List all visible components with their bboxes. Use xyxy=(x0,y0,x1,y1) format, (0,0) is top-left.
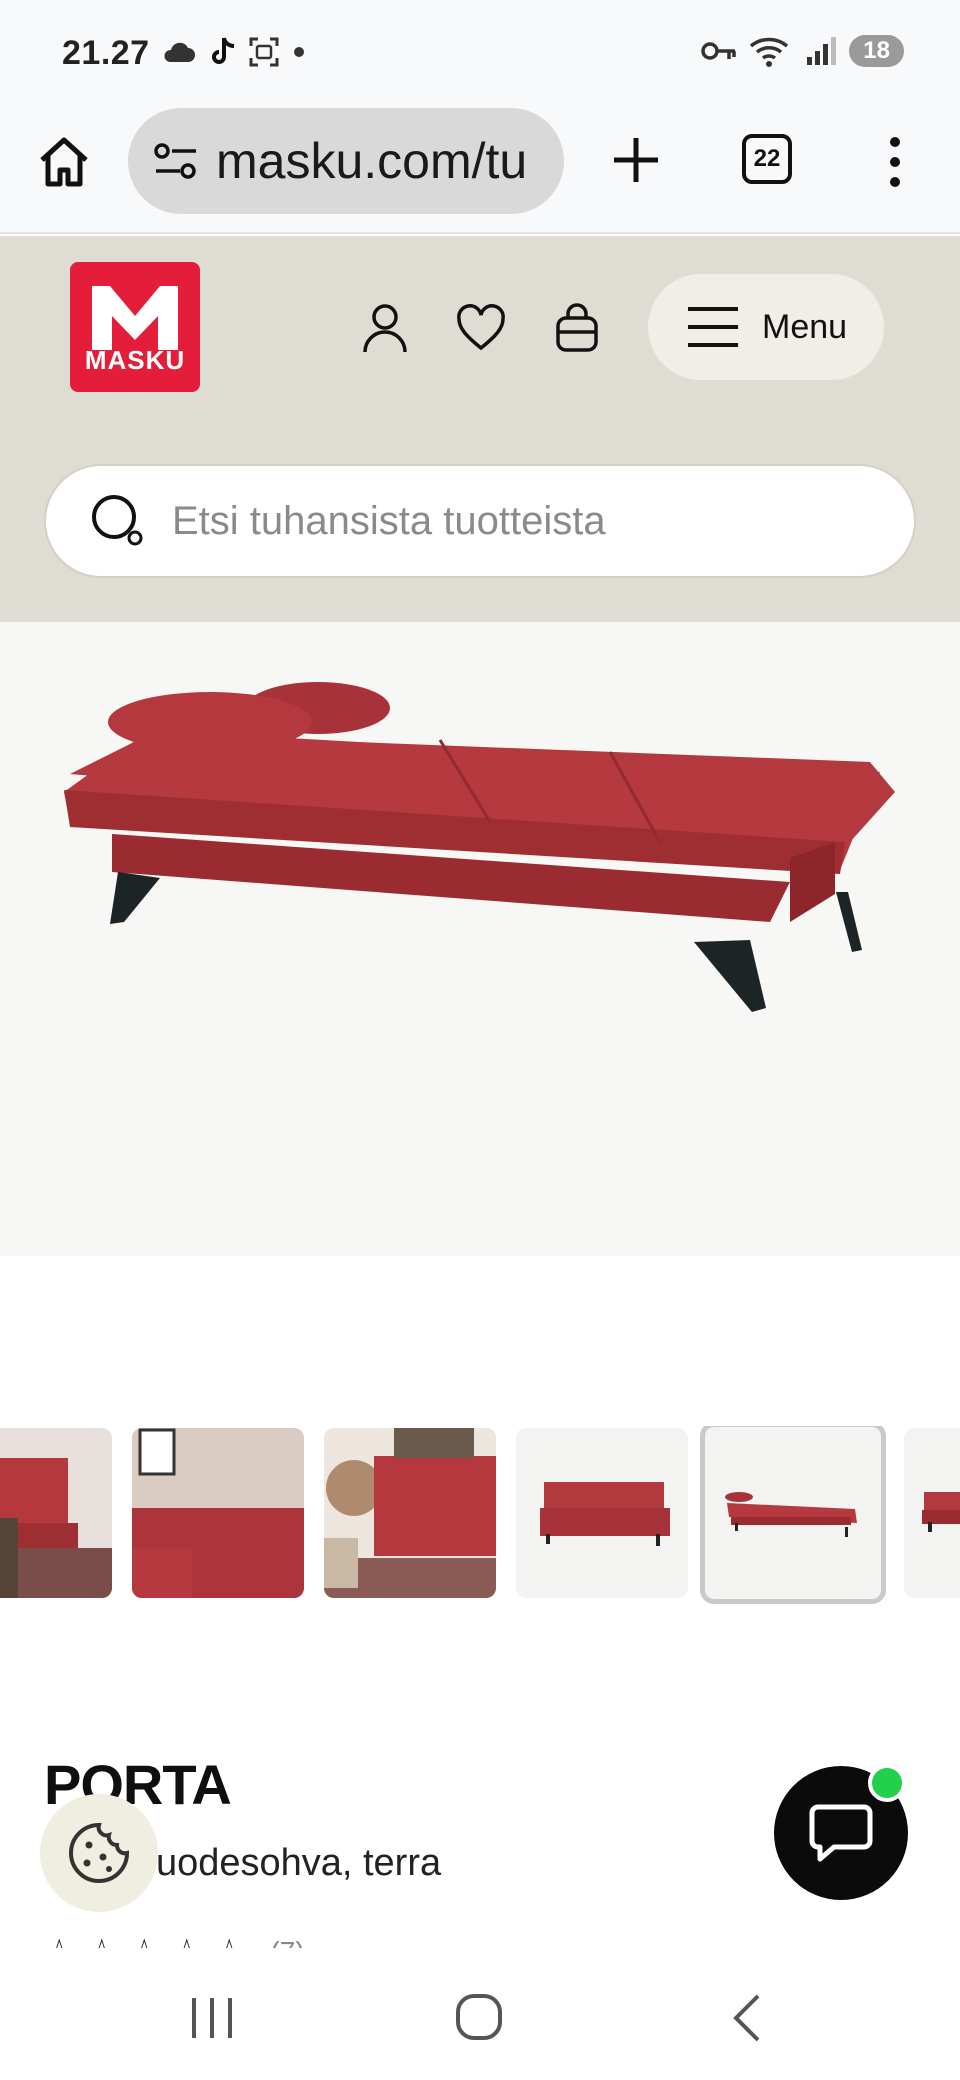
logo-text: MASKU xyxy=(84,345,186,375)
cookie-icon xyxy=(69,1822,130,1883)
address-bar[interactable]: masku.com/tu xyxy=(128,108,564,214)
gallery-thumbnail[interactable] xyxy=(904,1428,960,1598)
gallery-thumbnail[interactable] xyxy=(324,1428,496,1598)
key-icon xyxy=(701,42,737,60)
home-nav-icon[interactable] xyxy=(454,1992,506,2044)
menu-button[interactable]: Menu xyxy=(648,274,884,380)
status-time: 21.27 xyxy=(62,34,150,72)
site-settings-icon[interactable] xyxy=(154,143,198,179)
wishlist-heart-icon[interactable] xyxy=(456,302,506,354)
new-tab-icon[interactable] xyxy=(608,132,664,188)
status-right-icons: 18 xyxy=(701,34,904,68)
search-input[interactable]: Etsi tuhansista tuotteista xyxy=(44,464,916,578)
back-icon[interactable] xyxy=(728,1992,768,2044)
tiktok-icon xyxy=(212,37,235,64)
masku-logo[interactable]: MASKU xyxy=(70,262,200,392)
recent-apps-icon[interactable] xyxy=(188,1992,236,2044)
browser-toolbar: masku.com/tu 22 xyxy=(0,104,960,234)
product-main-image[interactable] xyxy=(0,622,960,1256)
chat-bubble-icon xyxy=(809,1804,873,1862)
signal-icon xyxy=(807,37,837,65)
cloud-icon xyxy=(164,42,195,62)
cookie-settings-button[interactable] xyxy=(40,1794,158,1912)
menu-label: Menu xyxy=(762,307,848,346)
account-icon[interactable] xyxy=(360,302,410,354)
tab-switcher-button[interactable]: 22 xyxy=(742,134,792,184)
more-options-icon[interactable] xyxy=(880,134,910,190)
search-placeholder: Etsi tuhansista tuotteista xyxy=(172,498,606,543)
shopping-bag-icon[interactable] xyxy=(552,302,602,354)
online-status-dot xyxy=(868,1764,906,1802)
thumbnail-image xyxy=(725,1492,857,1537)
search-icon xyxy=(92,495,143,546)
battery-level: 18 xyxy=(849,35,904,67)
sofa-bed-image xyxy=(64,682,895,1012)
hamburger-icon xyxy=(688,307,738,347)
thumbnail-image xyxy=(132,1428,304,1598)
site-header: MASKU Menu Etsi tuhansista tuotteista xyxy=(0,236,960,622)
status-bar: 21.27 18 xyxy=(0,0,960,104)
gallery-thumbnails xyxy=(0,1426,960,1604)
gallery-thumbnail[interactable] xyxy=(132,1428,304,1598)
url-text: masku.com/tu xyxy=(216,133,528,189)
status-left-icons xyxy=(162,36,306,68)
thumbnail-image xyxy=(0,1458,112,1598)
thumbnail-image xyxy=(922,1492,960,1532)
gallery-thumbnail[interactable] xyxy=(0,1428,112,1598)
dot-icon xyxy=(294,47,304,57)
gallery-thumbnail[interactable] xyxy=(516,1428,688,1598)
home-icon[interactable] xyxy=(36,134,92,190)
thumbnail-image xyxy=(540,1482,670,1546)
thumbnail-image xyxy=(324,1428,496,1598)
wifi-icon xyxy=(750,37,789,67)
gallery-thumbnail-selected[interactable] xyxy=(700,1426,886,1604)
system-nav-bar xyxy=(0,1948,960,2080)
screenshot-icon xyxy=(249,37,279,67)
